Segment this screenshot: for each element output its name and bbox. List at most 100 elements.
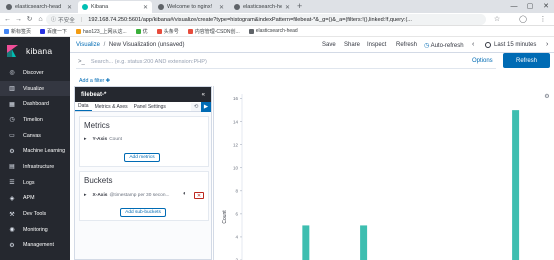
home-icon[interactable]: ⌂ bbox=[35, 16, 46, 23]
menu-dots-icon[interactable]: ⋮ bbox=[538, 13, 548, 26]
brand-name: kibana bbox=[26, 46, 53, 56]
kibana-logo-icon bbox=[7, 45, 18, 57]
chart-svg: 246810121416Count⚙ bbox=[222, 93, 550, 260]
remove-agg-button[interactable]: ✕ bbox=[194, 192, 204, 199]
back-arrow-icon[interactable]: ← bbox=[2, 16, 13, 23]
chevron-right-icon[interactable]: ▸ bbox=[84, 192, 87, 198]
sidebar-item-discover[interactable]: ◎ Discover bbox=[0, 65, 70, 81]
share-button[interactable]: Share bbox=[344, 42, 360, 48]
dashboard-icon: ▦ bbox=[9, 101, 15, 108]
bucket-agg-row[interactable]: ▸ X-Axis @timestamp per 30 secon... bbox=[84, 192, 170, 198]
kibana-sidebar: kibana ◎ Discover ▥ Visualize ▦ Dashboard ◷… bbox=[0, 37, 70, 260]
refresh-button[interactable]: Refresh bbox=[503, 53, 550, 68]
browser-tab-1[interactable]: elasticsearch-head ✕ bbox=[2, 1, 76, 13]
star-icon[interactable]: ☆ bbox=[492, 13, 502, 26]
browser-tab-bar: elasticsearch-head ✕ Kibana ✕ Welcome to… bbox=[0, 0, 554, 13]
vis-editor-panel: filebeat-* « Data Metrics & Axes Panel S… bbox=[74, 86, 212, 260]
account-icon[interactable]: ◯ bbox=[518, 13, 528, 26]
url-separator: | bbox=[80, 16, 83, 23]
y-tick-label: 8 bbox=[235, 188, 238, 193]
bookmark-item[interactable]: hao123_上网从这... bbox=[76, 28, 127, 35]
sidebar-item-management[interactable]: ⚙ Management bbox=[0, 238, 70, 254]
bookmark-label: 优 bbox=[142, 28, 148, 35]
logs-icon: ☰ bbox=[9, 180, 15, 187]
main-content: Visualize / New Visualization (unsaved) … bbox=[70, 37, 554, 260]
add-filter-link[interactable]: Add a filter ✚ bbox=[79, 78, 110, 84]
bookmark-icon bbox=[135, 28, 141, 34]
bookmark-item[interactable]: 内容管理-CSDN创... bbox=[187, 28, 240, 35]
address-bar[interactable]: ⓘ 不安全 | 192.168.74.250:5601/app/kibana#/… bbox=[46, 14, 486, 25]
bookmark-item[interactable]: 头条号 bbox=[156, 28, 179, 35]
search-input[interactable]: Search... (e.g. status:200 AND extension… bbox=[91, 59, 207, 65]
time-next-button[interactable]: › bbox=[546, 41, 548, 48]
sidebar-item-visualize[interactable]: ▥ Visualize bbox=[0, 80, 70, 97]
sidebar-item-machine-learning[interactable]: ⚙ Machine Learning bbox=[0, 143, 70, 159]
refresh-menu-button[interactable]: Refresh bbox=[396, 42, 417, 48]
apply-changes-button[interactable]: ▶ bbox=[201, 102, 211, 112]
sidebar-item-dashboard[interactable]: ▦ Dashboard bbox=[0, 96, 70, 112]
query-bar[interactable]: >_ Search... (e.g. status:200 AND extens… bbox=[76, 56, 496, 69]
sidebar-item-apm[interactable]: ◈ APM bbox=[0, 191, 70, 207]
close-window-icon[interactable]: ✕ bbox=[538, 0, 554, 13]
tab-close-icon[interactable]: ✕ bbox=[67, 4, 72, 11]
inspect-button[interactable]: Inspect bbox=[367, 42, 386, 48]
sidebar-item-label: Timelion bbox=[23, 116, 43, 123]
browser-tab-2[interactable]: Kibana ✕ bbox=[78, 1, 152, 13]
sidebar-item-label: Logs bbox=[23, 179, 35, 186]
kibana-brand[interactable]: kibana bbox=[0, 37, 70, 65]
sidebar-item-dev-tools[interactable]: ⚒ Dev Tools bbox=[0, 206, 70, 222]
panel-resize-handle[interactable] bbox=[213, 86, 214, 260]
bookmark-label: 百度一下 bbox=[47, 28, 68, 35]
y-tick-label: 10 bbox=[233, 165, 239, 170]
buckets-title: Buckets bbox=[84, 176, 113, 185]
time-range-label: Last 15 minutes bbox=[494, 42, 537, 48]
index-pattern-title: filebeat-* bbox=[81, 91, 107, 98]
timelion-icon: ◷ bbox=[9, 117, 15, 124]
sidebar-item-label: Canvas bbox=[23, 132, 41, 139]
save-button[interactable]: Save bbox=[322, 42, 336, 48]
breadcrumb-visualize[interactable]: Visualize bbox=[76, 42, 100, 48]
maximize-icon[interactable]: ▢ bbox=[522, 0, 538, 13]
compass-icon: ◎ bbox=[9, 70, 15, 77]
reload-icon[interactable]: ↻ bbox=[24, 15, 35, 23]
info-icon[interactable]: ⓘ bbox=[51, 16, 56, 23]
auto-refresh-button[interactable]: ◷ Auto-refresh bbox=[424, 42, 464, 49]
bookmark-item[interactable]: elasticsearch-head bbox=[248, 28, 298, 34]
tab-data[interactable]: Data bbox=[75, 102, 92, 111]
new-tab-button[interactable]: + bbox=[297, 1, 302, 12]
time-prev-button[interactable]: ‹ bbox=[472, 41, 474, 48]
add-metrics-button[interactable]: Add metrics bbox=[124, 153, 160, 162]
chevron-right-icon[interactable]: ▸ bbox=[84, 136, 87, 142]
buckets-section: Buckets ▸ X-Axis @timestamp per 30 secon… bbox=[79, 171, 209, 221]
bookmark-label: 头条号 bbox=[163, 28, 179, 35]
sidebar-item-canvas[interactable]: ▭ Canvas bbox=[0, 128, 70, 144]
time-range-picker[interactable]: Last 15 minutes bbox=[485, 42, 536, 48]
browser-tab-3[interactable]: Welcome to nginx! ✕ bbox=[154, 1, 228, 13]
metric-agg-row[interactable]: ▸ Y-Axis Count bbox=[84, 136, 122, 142]
sidebar-item-infrastructure[interactable]: ▤ Infrastructure bbox=[0, 159, 70, 175]
tab-close-icon[interactable]: ✕ bbox=[143, 4, 148, 11]
forward-arrow-icon[interactable]: → bbox=[13, 16, 24, 23]
tab-metrics-axes[interactable]: Metrics & Axes bbox=[92, 102, 131, 111]
tab-favicon-icon bbox=[82, 4, 88, 10]
tab-close-icon[interactable]: ✕ bbox=[285, 4, 290, 11]
sidebar-item-logs[interactable]: ☰ Logs bbox=[0, 175, 70, 191]
bookmark-item[interactable]: 百度一下 bbox=[40, 28, 67, 35]
chart-settings-gear-icon[interactable]: ⚙ bbox=[544, 93, 549, 100]
browser-tab-4[interactable]: elasticsearch-head ✕ bbox=[230, 1, 294, 13]
visualize-icon: ▥ bbox=[9, 86, 15, 93]
toggle-agg-icon[interactable]: ◐ bbox=[183, 191, 187, 197]
bookmark-item[interactable]: 新标签页 bbox=[4, 28, 31, 35]
sidebar-item-timelion[interactable]: ◷ Timelion bbox=[0, 112, 70, 128]
y-tick-label: 4 bbox=[235, 235, 238, 240]
tab-close-icon[interactable]: ✕ bbox=[219, 4, 224, 11]
sidebar-item-monitoring[interactable]: ◉ Monitoring bbox=[0, 222, 70, 238]
canvas-icon: ▭ bbox=[9, 133, 15, 140]
query-options-link[interactable]: Options bbox=[472, 58, 493, 64]
tab-panel-settings[interactable]: Panel Settings bbox=[131, 102, 169, 111]
reset-changes-icon[interactable]: ⟲ bbox=[191, 103, 201, 111]
collapse-sidebar-icon[interactable]: « bbox=[202, 92, 205, 98]
bookmark-item[interactable]: 优 bbox=[135, 28, 148, 35]
minimize-icon[interactable]: — bbox=[506, 0, 522, 13]
add-sub-buckets-button[interactable]: Add sub-buckets bbox=[120, 208, 166, 217]
